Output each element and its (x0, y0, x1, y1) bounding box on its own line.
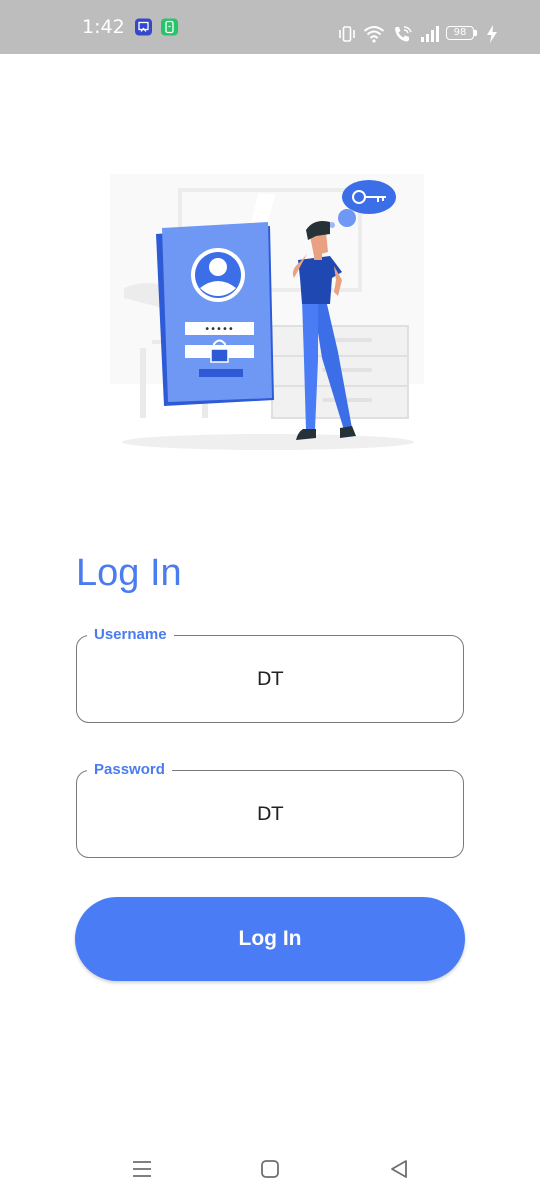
login-button[interactable]: Log In (75, 897, 465, 981)
username-field[interactable]: Username (76, 625, 464, 723)
back-icon[interactable] (386, 1156, 412, 1182)
wifi-calling-icon (395, 26, 412, 42)
password-dots: ••••• (204, 324, 234, 335)
password-input[interactable] (77, 771, 463, 857)
app-notification-icon-green (161, 18, 178, 36)
password-field[interactable]: Password (76, 760, 464, 858)
status-bar: 1:42 98 (0, 0, 540, 54)
page-title: Log In (76, 552, 182, 594)
wifi-icon (363, 26, 385, 43)
app-notification-icon-blue (135, 18, 152, 36)
navigation-bar (0, 1140, 540, 1200)
signal-icon (421, 26, 439, 42)
menu-icon[interactable] (129, 1156, 155, 1182)
home-icon[interactable] (257, 1156, 283, 1182)
vibrate-icon (339, 26, 355, 42)
username-input[interactable] (77, 636, 463, 722)
login-illustration: ••••• (110, 174, 424, 450)
charging-icon (487, 25, 497, 43)
battery-level: 98 (446, 26, 474, 40)
status-icons: 98 (338, 25, 500, 47)
battery-icon: 98 (446, 25, 480, 43)
status-time: 1:42 (82, 16, 125, 38)
